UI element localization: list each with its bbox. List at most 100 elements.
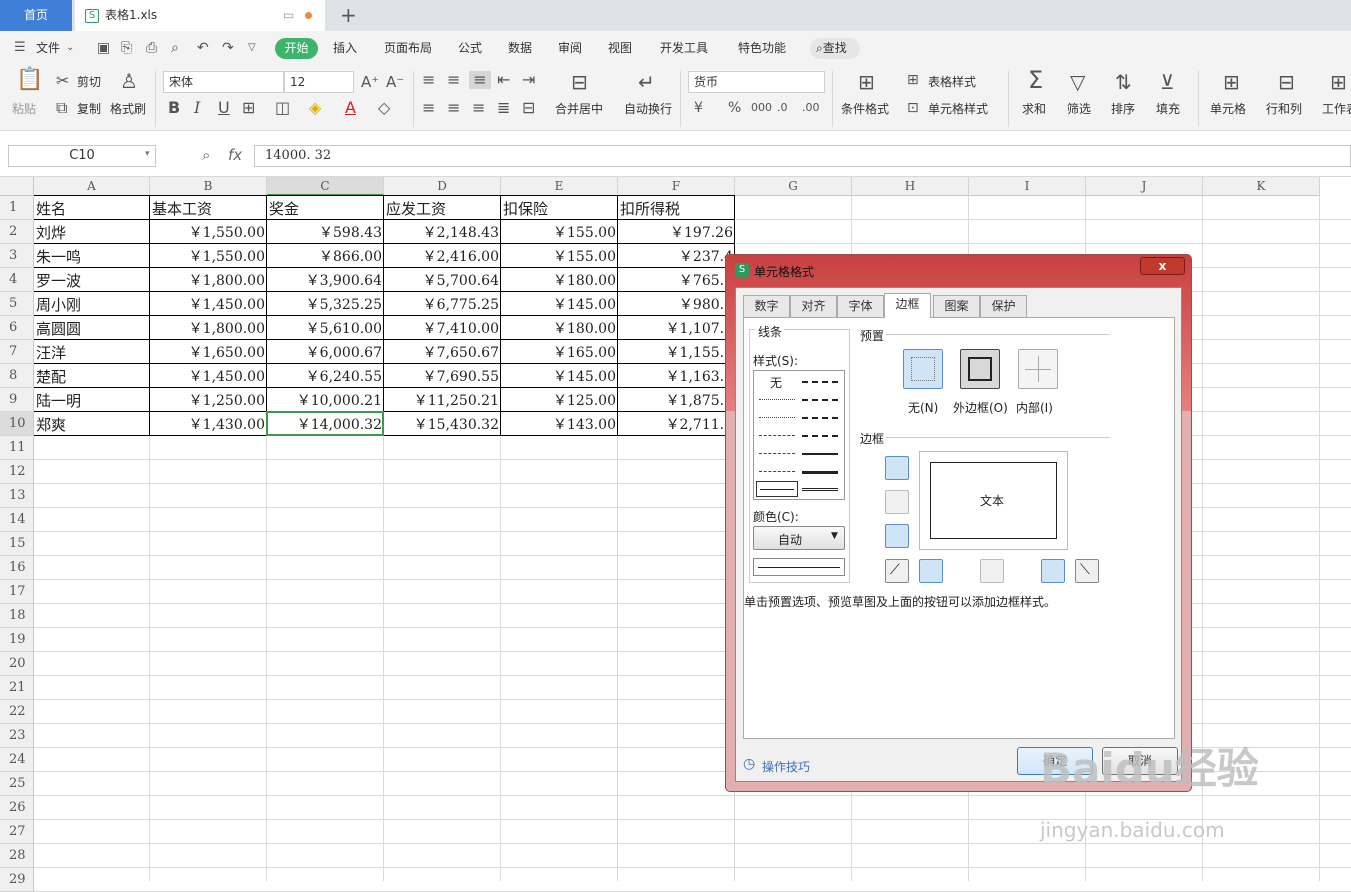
data-cell[interactable]: ￥145.00 bbox=[503, 364, 616, 388]
menu-view[interactable]: 视图 bbox=[608, 40, 632, 56]
row-header-7[interactable]: 7 bbox=[0, 340, 34, 364]
row-header-25[interactable]: 25 bbox=[0, 772, 34, 796]
data-cell[interactable]: ￥15,430.32 bbox=[386, 412, 499, 436]
border-inside-vertical-button[interactable] bbox=[980, 559, 1004, 583]
data-cell[interactable]: ￥1,450.00 bbox=[152, 292, 265, 316]
data-cell[interactable]: ￥1,875.0 bbox=[620, 388, 733, 412]
data-cell[interactable]: ￥1,550.00 bbox=[152, 220, 265, 244]
row-col-icon[interactable]: ⊟ bbox=[1278, 72, 1295, 92]
column-header-g[interactable]: G bbox=[735, 177, 852, 196]
column-header-k[interactable]: K bbox=[1203, 177, 1320, 196]
line-style-selected[interactable] bbox=[756, 481, 798, 497]
quick-access-dropdown-icon[interactable]: ▽ bbox=[248, 40, 256, 56]
row-header-14[interactable]: 14 bbox=[0, 508, 34, 532]
line-style-option[interactable] bbox=[759, 435, 795, 436]
row-header-21[interactable]: 21 bbox=[0, 676, 34, 700]
row-header-11[interactable]: 11 bbox=[0, 436, 34, 460]
table-style-button[interactable]: 表格样式 bbox=[928, 75, 976, 89]
align-right-icon[interactable]: ≡ bbox=[472, 99, 485, 117]
border-right-button[interactable] bbox=[1041, 559, 1065, 583]
row-header-9[interactable]: 9 bbox=[0, 388, 34, 412]
tips-link[interactable]: 操作技巧 bbox=[762, 758, 810, 775]
line-style-option[interactable] bbox=[802, 381, 838, 383]
data-cell[interactable]: ￥125.00 bbox=[503, 388, 616, 412]
data-cell[interactable]: 刘烨 bbox=[36, 220, 148, 244]
data-cell[interactable]: ￥11,250.21 bbox=[386, 388, 499, 412]
tab-border[interactable]: 边框 bbox=[884, 293, 931, 318]
menu-start[interactable]: 开始 bbox=[275, 38, 318, 59]
tab-pattern[interactable]: 图案 bbox=[933, 295, 980, 317]
filter-icon[interactable]: ▽ bbox=[1070, 72, 1085, 92]
worksheet-icon[interactable]: ⊞ bbox=[1330, 72, 1347, 92]
data-cell[interactable]: ￥866.00 bbox=[269, 244, 382, 268]
data-cell[interactable]: ￥10,000.21 bbox=[269, 388, 382, 412]
line-style-option[interactable] bbox=[802, 417, 838, 419]
tab-alignment[interactable]: 对齐 bbox=[790, 295, 837, 317]
menu-developer[interactable]: 开发工具 bbox=[660, 40, 708, 56]
merge-center-icon[interactable]: ⊟ bbox=[571, 72, 588, 92]
zoom-formula-icon[interactable]: ⌕ bbox=[202, 146, 210, 164]
increase-font-icon[interactable]: A⁺ bbox=[361, 73, 379, 91]
redo-icon[interactable]: ↷ bbox=[222, 40, 234, 56]
row-header-22[interactable]: 22 bbox=[0, 700, 34, 724]
data-cell[interactable]: 朱一鸣 bbox=[36, 244, 148, 268]
fill-icon[interactable]: ⊻ bbox=[1160, 72, 1175, 92]
worksheet-button[interactable]: 工作表 bbox=[1322, 102, 1351, 116]
conditional-format-icon[interactable]: ⊞ bbox=[858, 72, 875, 92]
column-header-h[interactable]: H bbox=[852, 177, 969, 196]
column-header-c[interactable]: C bbox=[267, 177, 384, 196]
border-preview-area[interactable]: 文本 bbox=[919, 451, 1068, 550]
undo-icon[interactable]: ↶ bbox=[197, 40, 209, 56]
header-cell[interactable]: 基本工资 bbox=[152, 196, 265, 220]
data-cell[interactable]: ￥6,775.25 bbox=[386, 292, 499, 316]
line-style-option[interactable] bbox=[802, 488, 838, 491]
header-cell[interactable]: 奖金 bbox=[269, 196, 382, 220]
data-cell[interactable]: ￥6,240.55 bbox=[269, 364, 382, 388]
sort-icon[interactable]: ⇅ bbox=[1115, 72, 1132, 92]
align-middle-icon[interactable]: ≡ bbox=[447, 71, 460, 89]
data-cell[interactable]: ￥1,163.1 bbox=[620, 364, 733, 388]
row-header-27[interactable]: 27 bbox=[0, 820, 34, 844]
data-cell[interactable]: ￥180.00 bbox=[503, 268, 616, 292]
decrease-font-icon[interactable]: A⁻ bbox=[386, 73, 404, 91]
border-left-button[interactable] bbox=[919, 559, 943, 583]
data-cell[interactable]: ￥155.00 bbox=[503, 220, 616, 244]
bold-icon[interactable]: B bbox=[168, 99, 180, 117]
preset-inside-button[interactable] bbox=[1018, 349, 1058, 389]
data-cell[interactable]: ￥165.00 bbox=[503, 340, 616, 364]
column-header-b[interactable]: B bbox=[150, 177, 267, 196]
data-cell[interactable]: ￥598.43 bbox=[269, 220, 382, 244]
data-cell[interactable]: ￥1,450.00 bbox=[152, 364, 265, 388]
font-size-select[interactable]: 12 bbox=[284, 71, 354, 93]
percent-icon[interactable]: % bbox=[728, 99, 741, 117]
data-cell[interactable]: ￥7,410.00 bbox=[386, 316, 499, 340]
column-header-f[interactable]: F bbox=[618, 177, 735, 196]
row-header-8[interactable]: 8 bbox=[0, 364, 34, 388]
line-style-option[interactable] bbox=[759, 399, 795, 400]
row-header-1[interactable]: 1 bbox=[0, 196, 34, 220]
menu-file[interactable]: 文件 bbox=[36, 40, 60, 56]
format-painter-button[interactable]: 格式刷 bbox=[110, 102, 146, 116]
tab-protection[interactable]: 保护 bbox=[980, 295, 1027, 317]
borders-icon[interactable]: ⊞ bbox=[242, 99, 255, 117]
tab-home[interactable]: 首页 bbox=[0, 0, 72, 31]
align-top-icon[interactable]: ≡ bbox=[422, 71, 435, 89]
wrap-text-icon[interactable]: ↵ bbox=[638, 72, 655, 92]
print-icon[interactable]: ⎙ bbox=[146, 40, 157, 56]
border-top-button[interactable] bbox=[885, 456, 909, 480]
data-cell[interactable]: 高圆圆 bbox=[36, 316, 148, 340]
data-cell[interactable]: ￥155.00 bbox=[503, 244, 616, 268]
number-format-select[interactable]: 货币 bbox=[688, 71, 825, 93]
table-style-icon[interactable]: ⊞ bbox=[907, 71, 919, 89]
paste-button[interactable]: 粘贴 bbox=[12, 102, 36, 116]
align-center-icon[interactable]: ≡ bbox=[447, 99, 460, 117]
font-color-icon[interactable]: A bbox=[345, 99, 356, 117]
increase-decimal-icon[interactable]: .0 bbox=[777, 99, 788, 117]
data-cell[interactable]: ￥5,325.25 bbox=[269, 292, 382, 316]
preset-none-button[interactable] bbox=[903, 349, 943, 389]
name-box-dropdown-icon[interactable]: ▾ bbox=[145, 149, 150, 159]
data-cell[interactable]: ￥197.26 bbox=[620, 220, 733, 244]
save-icon[interactable]: ▣ bbox=[97, 40, 110, 56]
wrap-text-button[interactable]: 自动换行 bbox=[624, 102, 672, 116]
print-preview-icon[interactable]: ⌕ bbox=[171, 40, 179, 56]
